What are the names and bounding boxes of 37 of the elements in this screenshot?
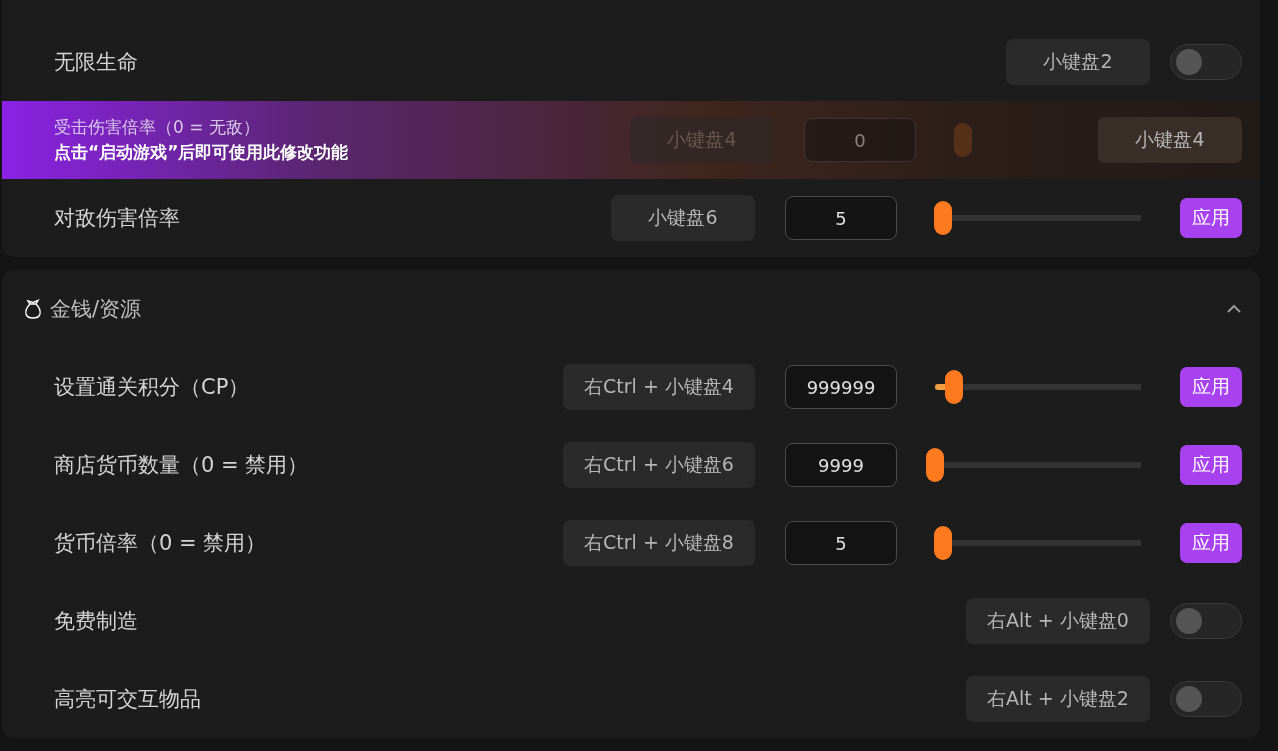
apply-button[interactable]: 应用 [1180, 523, 1242, 563]
setting-label: 高亮可交互物品 [54, 686, 202, 713]
toggle-switch[interactable] [1170, 44, 1242, 80]
chevron-icon[interactable] [1226, 304, 1242, 314]
setting-label: 免费制造 [54, 608, 139, 635]
locked-notice: 点击“启动游戏”后即可使用此修改功能 [54, 141, 350, 164]
value-field[interactable]: 999999 [785, 365, 897, 409]
hotkey-chip[interactable]: 右Ctrl + 小键盘8 [563, 520, 755, 566]
setting-label: 对敌伤害倍率 [54, 205, 181, 232]
value-field[interactable]: 5 [785, 521, 897, 565]
setting-label: 无限生命 [54, 49, 139, 76]
apply-button[interactable]: 应用 [1180, 198, 1242, 238]
setting-label: 设置通关积分（CP） [54, 374, 251, 401]
value-field[interactable]: 0 [804, 118, 916, 162]
section-title: 金钱/资源 [50, 296, 143, 323]
toggle-switch[interactable] [1170, 603, 1242, 639]
slider-thumb[interactable] [954, 123, 972, 157]
slider-thumb[interactable] [934, 526, 953, 560]
setting-label: 受击伤害倍率（0 = 无敌） [54, 116, 261, 139]
setting-label: 货币倍率（0 = 禁用） [54, 530, 268, 557]
setting-label: 商店货币数量（0 = 禁用） [54, 452, 310, 479]
hotkey-chip[interactable]: 右Alt + 小键盘2 [966, 676, 1150, 722]
apply-button[interactable]: 应用 [1180, 367, 1242, 407]
slider-thumb[interactable] [934, 201, 953, 235]
value-field[interactable]: 9999 [785, 443, 897, 487]
hotkey-chip[interactable]: 右Ctrl + 小键盘6 [563, 442, 755, 488]
slider-thumb[interactable] [926, 448, 944, 482]
money-bag-icon [24, 299, 42, 319]
hotkey-chip[interactable]: 右Ctrl + 小键盘4 [563, 364, 755, 410]
value-field[interactable]: 5 [785, 196, 897, 240]
hotkey-chip[interactable]: 右Alt + 小键盘0 [966, 598, 1150, 644]
toggle-switch[interactable] [1170, 681, 1242, 717]
slider-thumb[interactable] [944, 370, 963, 404]
hotkey-chip[interactable]: 小键盘2 [1006, 39, 1150, 85]
apply-button[interactable]: 应用 [1180, 445, 1242, 485]
hotkey-chip[interactable]: 小键盘6 [611, 195, 755, 241]
hotkey-chip[interactable]: 小键盘4 [1098, 117, 1242, 163]
